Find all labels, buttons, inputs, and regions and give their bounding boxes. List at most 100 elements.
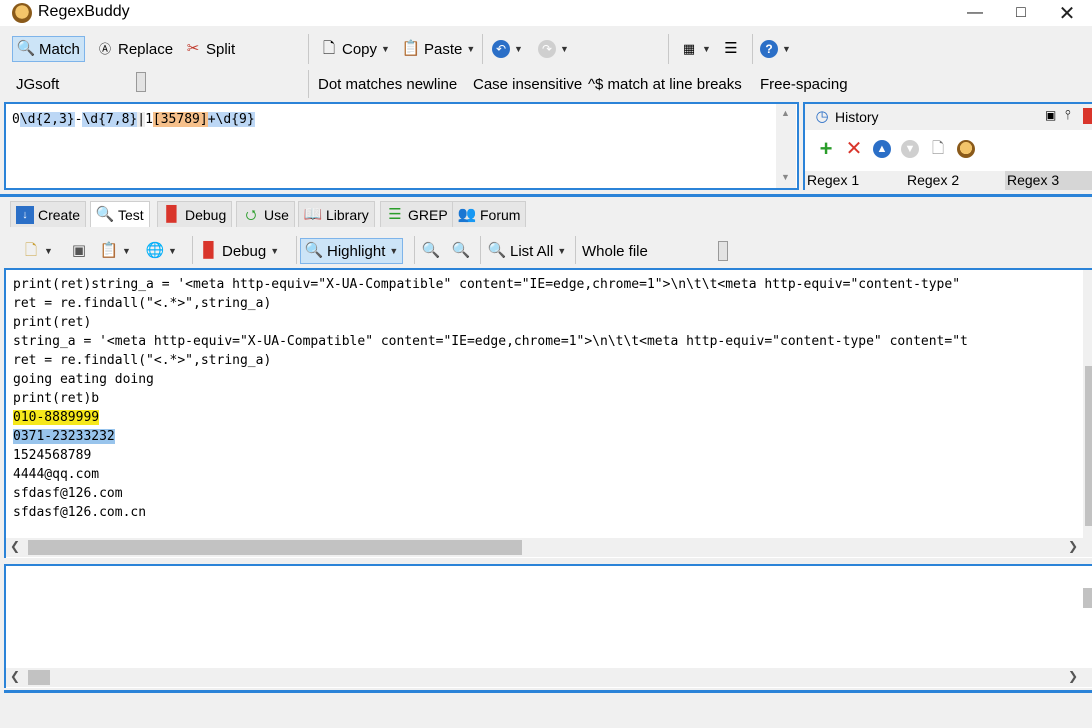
copy-button[interactable]: 🗋 Copy ▼ [316, 36, 394, 62]
float-icon[interactable]: ▣ [1045, 108, 1056, 122]
chevron-up-icon: ▲ [781, 108, 790, 118]
debug-button[interactable]: ▉ Debug ▼ [196, 238, 283, 264]
app-logo-icon [12, 3, 32, 23]
help-icon: ? [760, 40, 778, 58]
chevron-left-icon[interactable]: ❮ [10, 539, 20, 553]
results-scrollbar-thumb[interactable] [1083, 588, 1092, 608]
chevron-right-icon[interactable]: ❯ [1068, 539, 1078, 553]
web-button[interactable]: 🌐 ▼ [142, 238, 181, 264]
add-icon[interactable]: + [817, 138, 835, 160]
flavor-dropdown-button[interactable] [136, 72, 146, 92]
free-spacing-toggle[interactable]: Free-spacing [756, 71, 852, 97]
replace-icon: Ⓐ [98, 42, 111, 56]
chevron-down-icon: ▼ [466, 44, 476, 54]
copy-icon: 🗋 [322, 40, 336, 57]
history-tab-regex-1[interactable]: Regex 1 [805, 171, 903, 190]
chevron-right-icon[interactable]: ❯ [1068, 669, 1078, 683]
undo-icon: ↶ [492, 40, 510, 58]
replace-button[interactable]: Ⓐ Replace [92, 36, 177, 62]
minimize-button[interactable]: — [952, 0, 998, 26]
library-icon: 📖 [303, 205, 323, 223]
subject-line[interactable]: print(ret) [13, 313, 91, 332]
buddy-icon[interactable] [957, 140, 975, 158]
split-button[interactable]: ✂ Split [180, 36, 239, 62]
chevron-down-icon: ▼ [557, 246, 567, 256]
test-toolbar: 🗋 ▼ ▣ 📋 ▼ 🌐 ▼ ▉ Debug ▼ 🔍 Highlight ▼ 🔍 … [4, 232, 1092, 268]
save-button[interactable]: ▣ [66, 238, 92, 264]
close-button[interactable]: ✕ [1044, 0, 1090, 26]
subject-line[interactable]: ret = re.findall("<.*>",string_a) [13, 294, 271, 313]
layout-button[interactable]: ▦ ▼ [676, 36, 715, 62]
subject-line[interactable]: ret = re.findall("<.*>",string_a) [13, 351, 271, 370]
clipboard-icon: 📋 [401, 40, 421, 57]
chevron-left-icon[interactable]: ❮ [10, 669, 20, 683]
chevron-down-icon: ▼ [270, 246, 280, 256]
tab-grep[interactable]: ☰ GREP [380, 201, 454, 227]
undo-button[interactable]: ↶ ▼ [488, 36, 527, 62]
tab-test[interactable]: 🔍 Test [90, 201, 150, 227]
flavor-select[interactable]: JGsoft [8, 70, 148, 98]
pin-icon[interactable]: ⫯ [1065, 107, 1071, 123]
subject-vertical-scrollbar[interactable] [1083, 270, 1092, 538]
subject-line[interactable]: string_a = '<meta http-equiv="X-UA-Compa… [13, 332, 968, 351]
zoom-previous-icon: 🔍 [421, 242, 441, 259]
case-insensitive-toggle[interactable]: Case insensitive [469, 71, 586, 97]
status-bar [4, 690, 1092, 720]
tab-debug[interactable]: ▉ Debug [157, 201, 233, 227]
subject-text-editor[interactable]: print(ret)string_a = '<meta http-equiv="… [4, 268, 1092, 558]
regex-editor[interactable]: 0\d{2,3}-\d{7,8}|1[35789]+\d{9} [4, 102, 799, 190]
match-button[interactable]: 🔍 Match [12, 36, 85, 62]
subject-line[interactable]: 4444@qq.com [13, 465, 99, 484]
move-up-icon[interactable]: ▲ [873, 140, 891, 158]
delete-icon[interactable]: ✕ [845, 139, 863, 159]
tab-library[interactable]: 📖 Library [298, 201, 375, 227]
chevron-down-icon: ▼ [389, 246, 399, 256]
close-panel-icon[interactable] [1083, 108, 1092, 124]
subject-line-match-1[interactable]: 010-8889999 [13, 408, 100, 427]
scrollbar-thumb[interactable] [1085, 366, 1092, 526]
open-file-button[interactable]: 🗋 ▼ [18, 238, 57, 264]
subject-line[interactable]: going eating doing [13, 370, 154, 389]
main-toolbar: 🔍 Match Ⓐ Replace ✂ Split 🗋 Copy ▼ 📋 Pas… [0, 32, 1092, 66]
results-horizontal-scrollbar[interactable]: ❮ ❯ [6, 668, 1092, 687]
dot-newline-toggle[interactable]: Dot matches newline [314, 71, 461, 97]
chevron-down-icon: ▼ [560, 44, 569, 54]
highlight-button[interactable]: 🔍 Highlight ▼ [300, 238, 404, 264]
debug-icon: ▉ [203, 242, 215, 259]
list-all-button[interactable]: 🔍 List All ▼ [484, 238, 570, 264]
previous-match-button[interactable]: 🔍 [418, 238, 444, 264]
maximize-button[interactable]: □ [998, 0, 1044, 26]
regex-text[interactable]: 0\d{2,3}-\d{7,8}|1[35789]+\d{9} [12, 112, 255, 127]
scrollbar-thumb[interactable] [28, 670, 50, 685]
tab-forum[interactable]: 👥 Forum [452, 201, 527, 227]
subject-line[interactable]: 1524568789 [13, 446, 91, 465]
history-tab-regex-3[interactable]: Regex 3 [1005, 171, 1092, 190]
document-icon[interactable]: 🗋 [929, 140, 947, 158]
scope-select[interactable]: Whole file [580, 238, 736, 264]
history-title: History [835, 109, 879, 125]
tab-create[interactable]: ↓ Create [10, 201, 87, 227]
subject-horizontal-scrollbar[interactable]: ❮ ❯ [6, 538, 1092, 557]
subject-line[interactable]: sfdasf@126.com [13, 484, 123, 503]
scope-dropdown-button[interactable] [718, 241, 728, 261]
regex-scrollbar[interactable]: ▲ ▼ [776, 104, 796, 188]
move-down-icon[interactable]: ▼ [901, 140, 919, 158]
subject-line[interactable]: sfdasf@126.com.cn [13, 503, 146, 522]
next-match-button[interactable]: 🔍 [448, 238, 474, 264]
redo-button[interactable]: ↷ ▼ [534, 36, 573, 62]
history-tabs: Regex 1 Regex 2 Regex 3 [805, 171, 1092, 190]
help-button[interactable]: ? ▼ [756, 36, 795, 62]
chevron-down-icon: ▼ [702, 44, 711, 54]
tab-use[interactable]: ⭯ Use [236, 201, 295, 227]
subject-line[interactable]: print(ret)string_a = '<meta http-equiv="… [13, 275, 960, 294]
subject-line-match-2[interactable]: 0371-23233232 [13, 427, 115, 446]
line-breaks-toggle[interactable]: ^$ match at line breaks [584, 71, 746, 97]
history-tab-regex-2[interactable]: Regex 2 [905, 171, 1003, 190]
panels-button[interactable]: ☰ [718, 36, 744, 62]
subject-line[interactable]: print(ret)b [13, 389, 99, 408]
scrollbar-thumb[interactable] [28, 540, 522, 555]
use-icon: ⭯ [245, 206, 257, 222]
paste-test-button[interactable]: 📋 ▼ [96, 238, 135, 264]
title-bar [0, 0, 1092, 26]
paste-button[interactable]: 📋 Paste ▼ [398, 36, 479, 62]
